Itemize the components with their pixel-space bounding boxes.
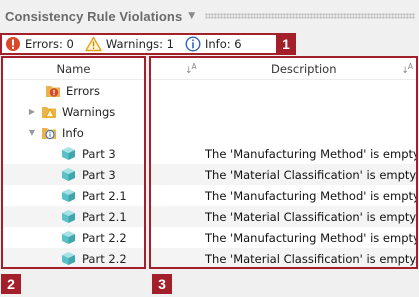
panel-titlebar: Consistency Rule Violations ▼ [0,0,419,32]
tree-node-part[interactable]: Part 2.2 [3,248,144,267]
table-row[interactable] [151,122,416,143]
error-icon [6,37,20,51]
description-column-header[interactable]: ↓A Description ↓A [151,58,416,80]
description-header-label: Description [271,61,337,76]
tree-node-label: Part 2.2 [82,230,127,245]
description-panel: ↓A Description ↓A The 'Manufacturing Met… [149,56,418,269]
part-cube-icon [62,210,75,223]
sort-icon[interactable]: ↓A [401,62,413,76]
panel-title: Consistency Rule Violations [5,8,183,24]
severity-filter-bar: Errors: 0 Warnings: 1 Info: 6 [0,33,296,55]
panel-drag-grip[interactable] [205,13,415,19]
tree-node-info[interactable]: ▼ Info [3,122,144,143]
tree-node-label: Part 3 [82,146,116,161]
tree-node-part[interactable]: Part 2.1 [3,206,144,227]
part-cube-icon [62,252,75,265]
tree-node-warnings[interactable]: ▶ Warnings [3,101,144,122]
callout-3: 3 [152,274,172,294]
table-row[interactable]: The 'Manufacturing Method' is empty. [151,143,416,164]
table-row[interactable]: The 'Manufacturing Method' is empty. [151,227,416,248]
folder-info-icon [42,127,56,139]
table-row[interactable]: The 'Manufacturing Method' is empty. [151,185,416,206]
table-row[interactable]: The 'Material Classification' is empty. [151,248,418,267]
errors-filter[interactable]: Errors: 0 [5,36,74,52]
description-cell: The 'Manufacturing Method' is empty. [205,230,418,245]
description-cell: The 'Manufacturing Method' is empty. [205,146,418,161]
info-filter[interactable]: Info: 6 [185,36,242,52]
tree-column-header[interactable]: Name [3,58,144,80]
sort-icon[interactable]: ↓A [185,62,197,76]
warnings-filter[interactable]: Warnings: 1 [85,36,174,52]
part-cube-icon [62,231,75,244]
collapse-arrow-icon[interactable]: ▼ [27,128,37,137]
callout-1: 1 [276,34,296,54]
warnings-filter-label: Warnings: 1 [105,37,174,51]
tree-node-label: Info [62,125,84,140]
tree-node-label: Part 2.1 [82,209,127,224]
description-cell: The 'Material Classification' is empty. [205,167,418,182]
callout-2: 2 [1,274,21,294]
tree-node-part[interactable]: Part 3 [3,143,144,164]
table-row[interactable]: The 'Material Classification' is empty. [151,164,416,185]
part-cube-icon [62,147,75,160]
description-cell: The 'Manufacturing Method' is empty. [205,188,418,203]
table-row[interactable] [151,80,416,101]
folder-warning-icon [42,106,56,118]
tree-node-label: Warnings [62,104,116,119]
tree-node-part[interactable]: Part 2.2 [3,227,144,248]
expand-arrow-icon[interactable]: ▶ [27,107,37,116]
errors-filter-label: Errors: 0 [25,37,74,51]
folder-error-icon [46,85,60,97]
part-cube-icon [62,189,75,202]
tree-node-errors[interactable]: Errors [3,80,144,101]
warning-icon [85,36,102,52]
part-cube-icon [62,168,75,181]
panel-menu-dropdown-icon[interactable]: ▼ [188,11,195,21]
table-row[interactable]: The 'Material Classification' is empty. [151,206,416,227]
info-filter-label: Info: 6 [205,37,242,51]
description-cell: The 'Material Classification' is empty. [205,251,418,266]
info-icon [185,36,201,52]
tree-node-label: Part 3 [82,167,116,182]
tree-node-part[interactable]: Part 2.1 [3,185,144,206]
tree-header-label: Name [56,61,91,76]
tree-node-part[interactable]: Part 3 [3,164,144,185]
violations-tree-panel: Name Errors ▶ Warnings ▼ Info Part 3 Par… [1,56,146,269]
tree-node-label: Part 2.1 [82,188,127,203]
tree-node-label: Errors [66,83,101,98]
description-cell: The 'Material Classification' is empty. [205,209,418,224]
table-row[interactable] [151,101,416,122]
tree-node-label: Part 2.2 [82,251,127,266]
